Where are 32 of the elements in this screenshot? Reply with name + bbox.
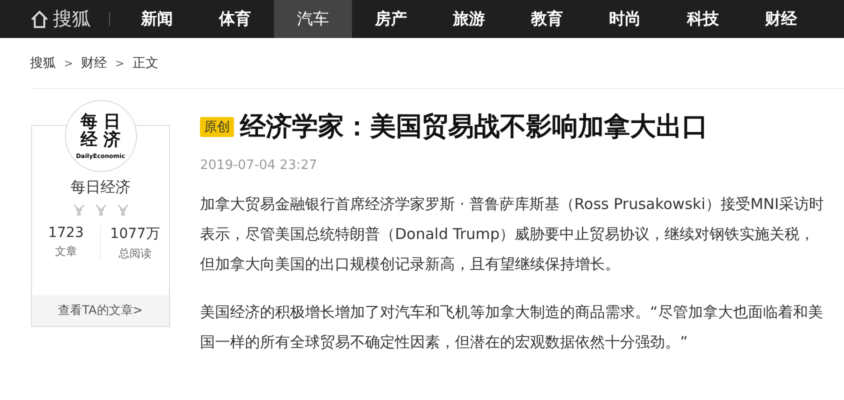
breadcrumb-link[interactable]: 财经 (81, 54, 108, 72)
publish-date: 2019-07-04 23:27 (200, 158, 318, 173)
nav-tab[interactable]: 旅游 (430, 0, 508, 38)
article-paragraph: 加拿大贸易金融银行首席经济学家罗斯 · 普鲁萨库斯基（Ross Prusakowski）接受MNI采访时表示，尽管美国总统特朗普（Donald Trump）威胁要中止贸易协议，继续对钢铁实施关税，但加拿大向美国的出口规模创记录新高，且有望继续保持增长。 (200, 194, 825, 275)
nav-tab[interactable]: 汽车 (274, 0, 352, 38)
nav-tab[interactable]: 科技 (664, 0, 742, 38)
nav-tab[interactable]: 体育 (196, 0, 274, 38)
home-icon[interactable] (30, 10, 49, 28)
author-name[interactable]: 每日经济 (70, 178, 130, 197)
breadcrumb-separator: > (64, 56, 74, 70)
stat-label: 文章 (55, 244, 77, 259)
breadcrumb-separator: > (115, 56, 124, 70)
breadcrumb-link[interactable]: 搜狐 (30, 54, 56, 72)
author-articles-link[interactable]: 查看TA的文章> (32, 295, 169, 326)
nav-tab[interactable]: 新闻 (118, 0, 196, 38)
original-tag: 原创 (200, 116, 234, 136)
article-title: 经济学家：美国贸易战不影响加拿大出口 (240, 111, 708, 144)
stat-label: 总阅读 (118, 246, 152, 261)
nav-tab[interactable]: 财经 (742, 0, 820, 38)
avatar-text: 每 日 (80, 112, 120, 130)
medal-icon (94, 203, 108, 217)
stat-value: 1077万 (110, 225, 160, 243)
avatar-text: 经 济 (80, 130, 120, 148)
article-paragraph: 美国经济的积极增长增加了对汽车和飞机等加拿大制造的商品需求。“尽管加拿大也面临着和美国一样的所有全球贸易不确定性因素，但潜在的宏观数据依然十分强劲。” (200, 302, 824, 353)
nav-tab[interactable]: 房产 (352, 0, 430, 38)
medal-icon (116, 203, 130, 217)
site-logo[interactable]: 搜狐 (53, 6, 91, 32)
nav-tab[interactable]: 时尚 (586, 0, 664, 38)
nav-tab[interactable]: 教育 (508, 0, 586, 38)
medal-icon (72, 203, 86, 217)
breadcrumb-link[interactable]: 正文 (132, 54, 158, 72)
stat-value: 1723 (48, 225, 84, 241)
